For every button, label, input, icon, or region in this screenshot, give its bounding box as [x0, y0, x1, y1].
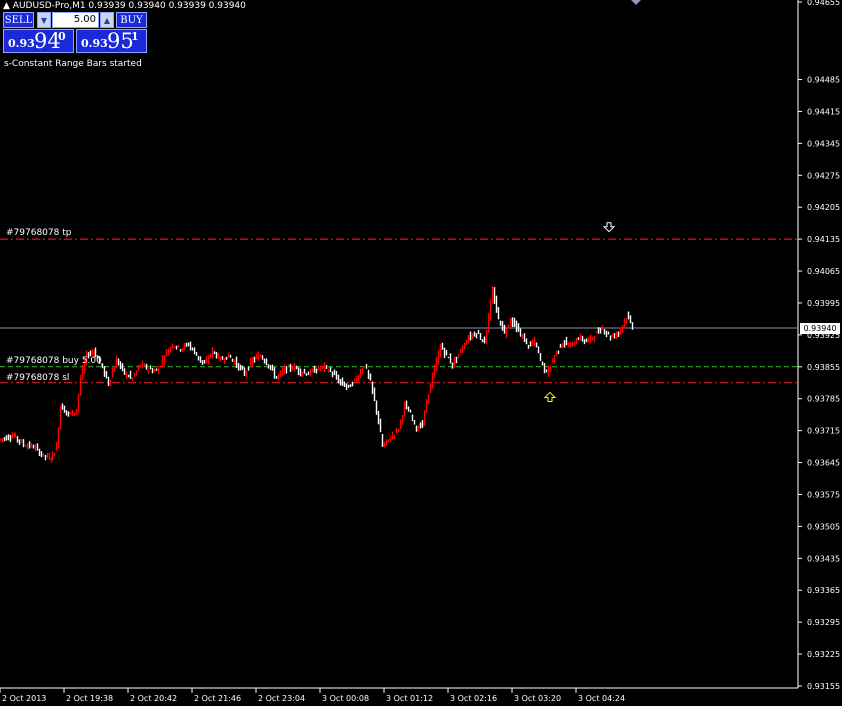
price-chart[interactable]: 0.94655 0.94485 0.94415 0.94345 0.94275 0.942…: [0, 0, 842, 706]
order-levels: [0, 238, 798, 384]
x-tick-label: 3 Oct 03:20: [514, 694, 561, 703]
sl-label: #79768078 sl: [6, 372, 70, 383]
sell-quote-prefix: 0.93: [8, 37, 35, 50]
x-tick-label: 3 Oct 02:16: [450, 694, 497, 703]
y-tick-label: 0.93855: [807, 363, 840, 372]
buy-quote-fraction: 1: [131, 30, 139, 43]
buy-quote[interactable]: 0.93 95 1: [76, 29, 147, 53]
one-click-trade-panel: SELL ▼ 5.00 ▲ BUY 0.93 94 0 0.93 95 1: [3, 12, 147, 53]
sell-quote[interactable]: 0.93 94 0: [3, 29, 74, 53]
y-tick-label: 0.93575: [807, 490, 840, 499]
y-tick-label: 0.94485: [807, 76, 840, 85]
y-tick-label: 0.93155: [807, 682, 840, 691]
buy-quote-pips: 95: [107, 29, 134, 53]
trade-markers: [543, 222, 616, 402]
y-tick-label: 0.94065: [807, 267, 840, 276]
lot-decrease-button[interactable]: ▼: [37, 12, 51, 28]
y-tick-label: 0.93365: [807, 586, 840, 595]
x-tick-label: 2 Oct 2013: [2, 694, 46, 703]
y-axis-ticks: 0.94655 0.94485 0.94415 0.94345 0.94275 0.942…: [798, 0, 840, 691]
x-tick-label: 2 Oct 20:42: [130, 694, 177, 703]
tp-label: #79768078 tp: [6, 228, 72, 239]
y-tick-label: 0.94205: [807, 203, 840, 212]
buy-button[interactable]: BUY: [116, 12, 147, 28]
y-tick-label: 0.93715: [807, 427, 840, 436]
x-tick-label: 2 Oct 23:04: [258, 694, 305, 703]
current-price-tag: 0.93940: [800, 323, 840, 335]
y-tick-label: 0.93435: [807, 554, 840, 563]
sell-arrow-icon: [602, 222, 616, 233]
x-axis-ticks: 2 Oct 2013 2 Oct 19:38 2 Oct 20:42 2 Oct 21…: [0, 688, 625, 703]
buy-quote-prefix: 0.93: [81, 37, 108, 50]
x-tick-label: 3 Oct 04:24: [578, 694, 625, 703]
x-tick-label: 3 Oct 01:12: [386, 694, 433, 703]
x-tick-label: 2 Oct 21:46: [194, 694, 241, 703]
x-tick-label: 3 Oct 00:08: [322, 694, 369, 703]
sell-quote-pips: 94: [34, 29, 61, 53]
sell-button[interactable]: SELL: [3, 12, 34, 28]
lot-size-input[interactable]: 5.00: [52, 12, 99, 28]
x-tick-label: 2 Oct 19:38: [66, 694, 113, 703]
scroll-marker-icon[interactable]: [631, 0, 641, 5]
y-tick-label: 0.94415: [807, 107, 840, 116]
chart-header: ▲ AUDUSD-Pro,M1 0.93939 0.93940 0.93939 …: [3, 1, 246, 11]
y-tick-label: 0.94655: [807, 0, 840, 7]
price-series: [0, 286, 634, 463]
y-tick-label: 0.93295: [807, 618, 840, 627]
status-message: s-Constant Range Bars started: [4, 59, 142, 69]
y-tick-label: 0.94345: [807, 139, 840, 148]
y-tick-label: 0.93505: [807, 522, 840, 531]
chevron-down-icon: ▼: [40, 15, 48, 25]
y-tick-label: 0.94275: [807, 171, 840, 180]
lot-increase-button[interactable]: ▲: [100, 12, 114, 28]
sell-quote-fraction: 0: [58, 30, 66, 43]
y-tick-label: 0.93225: [807, 650, 840, 659]
y-tick-label: 0.94135: [807, 235, 840, 244]
y-tick-label: 0.93995: [807, 299, 840, 308]
y-tick-label: 0.93785: [807, 395, 840, 404]
buy-arrow-icon: [543, 391, 557, 402]
chevron-up-icon: ▲: [103, 15, 111, 25]
y-tick-label: 0.93645: [807, 459, 840, 468]
entry-label: #79768078 buy 5.00: [6, 355, 102, 366]
